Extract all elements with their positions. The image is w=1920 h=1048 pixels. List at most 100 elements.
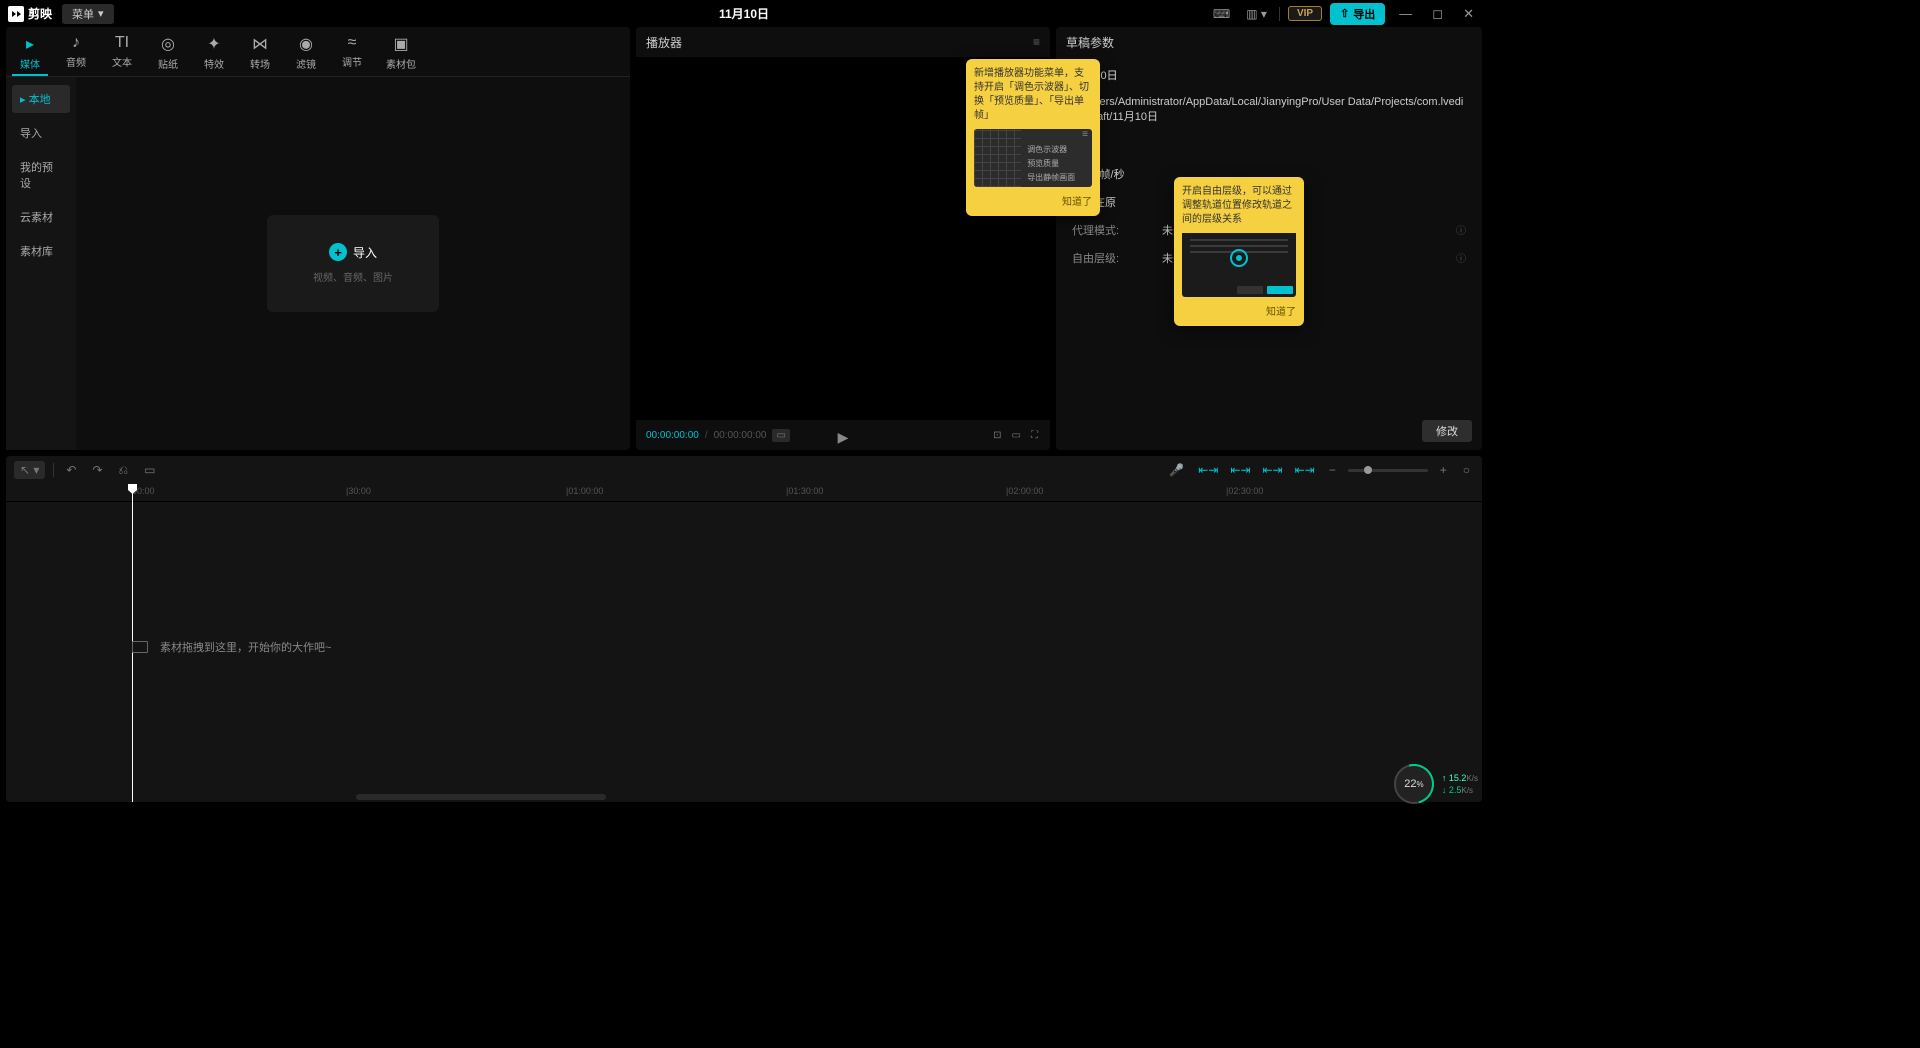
app-logo: 剪映 — [8, 5, 52, 22]
params-panel: 草稿参数 11月10日 C:/Users/Administrator/AppDa… — [1056, 27, 1482, 450]
ruler-tick: |30:00 — [346, 486, 371, 496]
undo-button[interactable]: ↶ — [62, 461, 80, 479]
timeline-scrollbar[interactable] — [356, 794, 606, 800]
vip-badge[interactable]: VIP — [1288, 6, 1322, 21]
snap-toggle-2[interactable]: ⇤⇥ — [1228, 463, 1252, 477]
tab-label: 贴纸 — [158, 56, 178, 71]
track-type-icon — [132, 641, 148, 653]
titlebar: 剪映 菜单 ▾ 11月10日 ⌨ ▥ ▾ VIP ⇧ 导出 — ◻ ✕ — [0, 0, 1488, 27]
info-icon[interactable]: ⓘ — [1456, 222, 1466, 238]
net-upload: ↑ 15.2K/s — [1442, 773, 1478, 783]
export-icon: ⇧ — [1340, 7, 1349, 20]
tab-icon: ◉ — [299, 34, 313, 54]
minimize-button[interactable]: — — [1393, 4, 1418, 23]
snap-toggle-1[interactable]: ⇤⇥ — [1196, 463, 1220, 477]
tab-文本[interactable]: TI 文本 — [104, 31, 140, 76]
tab-label: 特效 — [204, 56, 224, 71]
net-download: ↓ 2.5K/s — [1442, 785, 1478, 795]
tab-icon: ⋈ — [252, 34, 268, 54]
close-button[interactable]: ✕ — [1457, 4, 1480, 24]
timeline-ruler[interactable]: 00:00|30:00|01:00:00|01:30:00|02:00:00|0… — [6, 484, 1482, 502]
tab-icon: ≈ — [348, 34, 357, 52]
param-fit: 适应 — [1072, 138, 1466, 154]
zoom-level-icon[interactable]: ▭ — [772, 429, 789, 442]
network-widget: 22% ↑ 15.2K/s ↓ 2.5K/s — [1394, 764, 1478, 804]
import-label: 导入 — [353, 244, 377, 261]
tooltip-text: 开启自由层级，可以通过调整轨道位置修改轨道之间的层级关系 — [1182, 185, 1296, 227]
timeline[interactable]: 00:00|30:00|01:00:00|01:30:00|02:00:00|0… — [6, 484, 1482, 802]
tab-icon: ♪ — [72, 34, 80, 52]
media-panel: ▸媒体♪音频TI文本◎贴纸✦特效⋈转场◉滤镜≈调节▣素材包 本地导入我的预设云素… — [6, 27, 630, 450]
params-title: 草稿参数 — [1066, 34, 1114, 51]
layout-icon[interactable]: ▥ ▾ — [1242, 5, 1271, 23]
tab-转场[interactable]: ⋈ 转场 — [242, 31, 278, 76]
safe-area-icon[interactable]: ⊡ — [991, 428, 1003, 443]
layer-tooltip: 开启自由层级，可以通过调整轨道位置修改轨道之间的层级关系 知道了 — [1174, 177, 1304, 326]
player-title: 播放器 — [646, 34, 682, 51]
redo-button[interactable]: ↷ — [88, 461, 106, 479]
media-sidebar: 本地导入我的预设云素材素材库 — [6, 77, 76, 450]
timeline-track-hint: 素材拖拽到这里，开始你的大作吧~ — [132, 639, 331, 655]
import-dropzone[interactable]: + 导入 视频、音频、图片 — [267, 215, 439, 312]
tab-icon: ◎ — [161, 34, 175, 54]
modify-button[interactable]: 修改 — [1422, 420, 1472, 442]
top-tabbar: ▸媒体 ♪ 音频 TI 文本 ◎ 贴纸 ✦ 特效 ⋈ 转场 ◉ 滤镜 ≈调节 ▣素材包 — [6, 27, 630, 77]
keyboard-icon[interactable]: ⌨ — [1209, 5, 1234, 23]
zoom-in-button[interactable]: + — [1436, 461, 1451, 479]
sidebar-item-导入[interactable]: 导入 — [12, 119, 70, 147]
snap-toggle-4[interactable]: ⇤⇥ — [1293, 463, 1317, 477]
zoom-slider[interactable] — [1348, 469, 1428, 472]
sidebar-item-我的预设[interactable]: 我的预设 — [12, 153, 70, 197]
menu-button[interactable]: 菜单 ▾ — [62, 4, 114, 24]
ruler-tick: |02:00:00 — [1006, 486, 1043, 496]
import-hint: 视频、音频、图片 — [313, 269, 393, 284]
timecode-current: 00:00:00:00 — [646, 430, 699, 441]
snap-toggle-3[interactable]: ⇤⇥ — [1261, 463, 1285, 477]
tab-媒体[interactable]: ▸媒体 — [12, 31, 48, 76]
zoom-fit-button[interactable]: ○ — [1459, 461, 1474, 479]
delete-button[interactable]: ▭ — [140, 461, 159, 479]
split-button[interactable]: ⎌ — [115, 461, 133, 480]
tooltip-ok-button[interactable]: 知道了 — [1182, 303, 1296, 318]
maximize-button[interactable]: ◻ — [1426, 4, 1449, 24]
pointer-tool[interactable]: ↖ ▾ — [14, 461, 45, 479]
media-content: + 导入 视频、音频、图片 — [76, 77, 630, 450]
mic-icon[interactable]: 🎤 — [1165, 461, 1188, 479]
tab-特效[interactable]: ✦ 特效 — [196, 31, 232, 76]
sidebar-item-素材库[interactable]: 素材库 — [12, 237, 70, 265]
tab-icon: TI — [115, 34, 129, 52]
sidebar-item-云素材[interactable]: 云素材 — [12, 203, 70, 231]
player-panel: 播放器 ≡ 00:00:00:00 / 00:00:00:00 ▭ ▶ ⊡ ▭ … — [636, 27, 1050, 450]
tooltip-ok-button[interactable]: 知道了 — [974, 193, 1092, 208]
timeline-hint-text: 素材拖拽到这里，开始你的大作吧~ — [160, 639, 331, 655]
ratio-icon[interactable]: ▭ — [1010, 428, 1023, 443]
tab-贴纸[interactable]: ◎ 贴纸 — [150, 31, 186, 76]
tab-音频[interactable]: ♪ 音频 — [58, 31, 94, 76]
player-footer: 00:00:00:00 / 00:00:00:00 ▭ ▶ ⊡ ▭ ⛶ — [636, 420, 1050, 450]
sidebar-item-本地[interactable]: 本地 — [12, 85, 70, 113]
tab-滤镜[interactable]: ◉ 滤镜 — [288, 31, 324, 76]
tab-label: 转场 — [250, 56, 270, 71]
tab-label: 滤镜 — [296, 56, 316, 71]
logo-text: 剪映 — [28, 5, 52, 22]
zoom-out-button[interactable]: − — [1325, 461, 1340, 479]
ruler-tick: |02:30:00 — [1226, 486, 1263, 496]
tab-label: 音频 — [66, 54, 86, 69]
fullscreen-icon[interactable]: ⛶ — [1029, 428, 1040, 443]
play-button[interactable]: ▶ — [838, 429, 849, 446]
tooltip-preview: ≡ 调色示波器 预览质量 导出静帧画面 — [974, 129, 1092, 187]
export-button[interactable]: ⇧ 导出 — [1330, 3, 1385, 25]
player-menu-icon[interactable]: ≡ — [1033, 35, 1040, 49]
tab-素材包[interactable]: ▣素材包 — [380, 31, 422, 76]
ruler-tick: |01:00:00 — [566, 486, 603, 496]
logo-icon — [8, 6, 24, 22]
param-name: 11月10日 — [1072, 67, 1466, 83]
tooltip-preview — [1182, 233, 1296, 297]
tab-icon: ✦ — [207, 34, 220, 54]
info-icon[interactable]: ⓘ — [1456, 250, 1466, 266]
project-title: 11月10日 — [719, 5, 769, 22]
tab-调节[interactable]: ≈调节 — [334, 31, 370, 76]
tab-label: 素材包 — [386, 56, 416, 71]
tab-label: 文本 — [112, 54, 132, 69]
tab-label: 媒体 — [20, 56, 40, 71]
